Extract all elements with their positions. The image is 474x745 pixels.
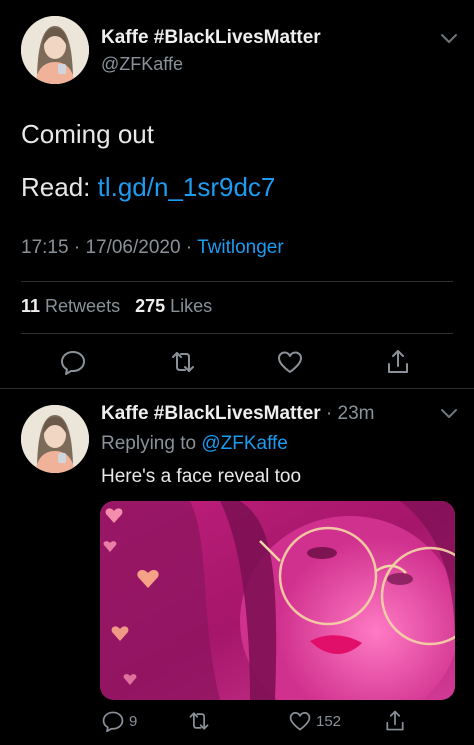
tweet-meta: 17:15 · 17/06/2020 · Twitlonger [21,237,284,259]
tweet-read-line: Read: tl.gd/n_1sr9dc7 [21,172,275,203]
replying-to: Replying to @ZFKaffe [101,433,288,455]
reply-time[interactable]: 23m [338,403,375,424]
tweet-source[interactable]: Twitlonger [197,237,284,258]
reply-action[interactable]: 9 [101,708,137,734]
retweets-label[interactable]: Retweets [40,296,120,316]
tweet-text: Coming out [21,119,154,149]
meta-separator: · [68,237,86,258]
avatar[interactable] [21,16,89,84]
author-handle[interactable]: @ZFKaffe [101,54,183,75]
divider [0,388,474,389]
avatar-illustration [21,16,89,84]
retweet-icon[interactable] [169,348,197,376]
reply-count: 9 [129,712,138,730]
header-separator: · [320,403,338,424]
tweet-date: 17/06/2020 [85,237,181,258]
avatar-illustration [21,405,89,473]
reply-icon[interactable] [59,348,87,376]
reply-text: Here's a face reveal too [101,466,302,487]
attached-photo[interactable] [100,501,455,700]
tweet-stats: 11 Retweets 275 Likes [21,296,212,317]
chevron-down-icon[interactable] [440,33,458,45]
avatar[interactable] [21,405,89,473]
read-link[interactable]: tl.gd/n_1sr9dc7 [98,172,276,202]
tweet-time: 17:15 [21,237,69,258]
retweets-count[interactable]: 11 [21,296,40,316]
author-name[interactable]: Kaffe #BlackLivesMatter [101,27,321,49]
retweet-action[interactable] [187,708,211,734]
share-action[interactable] [383,708,407,734]
replying-to-label: Replying to [101,433,202,454]
likes-label[interactable]: Likes [165,296,212,316]
retweet-icon[interactable] [187,709,211,733]
replying-to-handle[interactable]: @ZFKaffe [201,433,288,454]
meta-separator: · [180,237,198,258]
like-action[interactable]: 152 [288,708,341,734]
read-label: Read: [21,172,98,202]
reply-header: Kaffe #BlackLivesMatter · 23m [101,403,375,425]
share-icon[interactable] [384,348,412,376]
author-name[interactable]: Kaffe #BlackLivesMatter [101,403,321,424]
share-icon[interactable] [383,709,407,733]
reply-icon[interactable] [101,709,125,733]
like-icon[interactable] [276,348,304,376]
likes-count[interactable]: 275 [135,296,165,316]
divider [21,281,453,282]
like-icon[interactable] [288,709,312,733]
chevron-down-icon[interactable] [440,408,458,420]
divider [21,333,453,334]
like-count: 152 [316,712,342,730]
